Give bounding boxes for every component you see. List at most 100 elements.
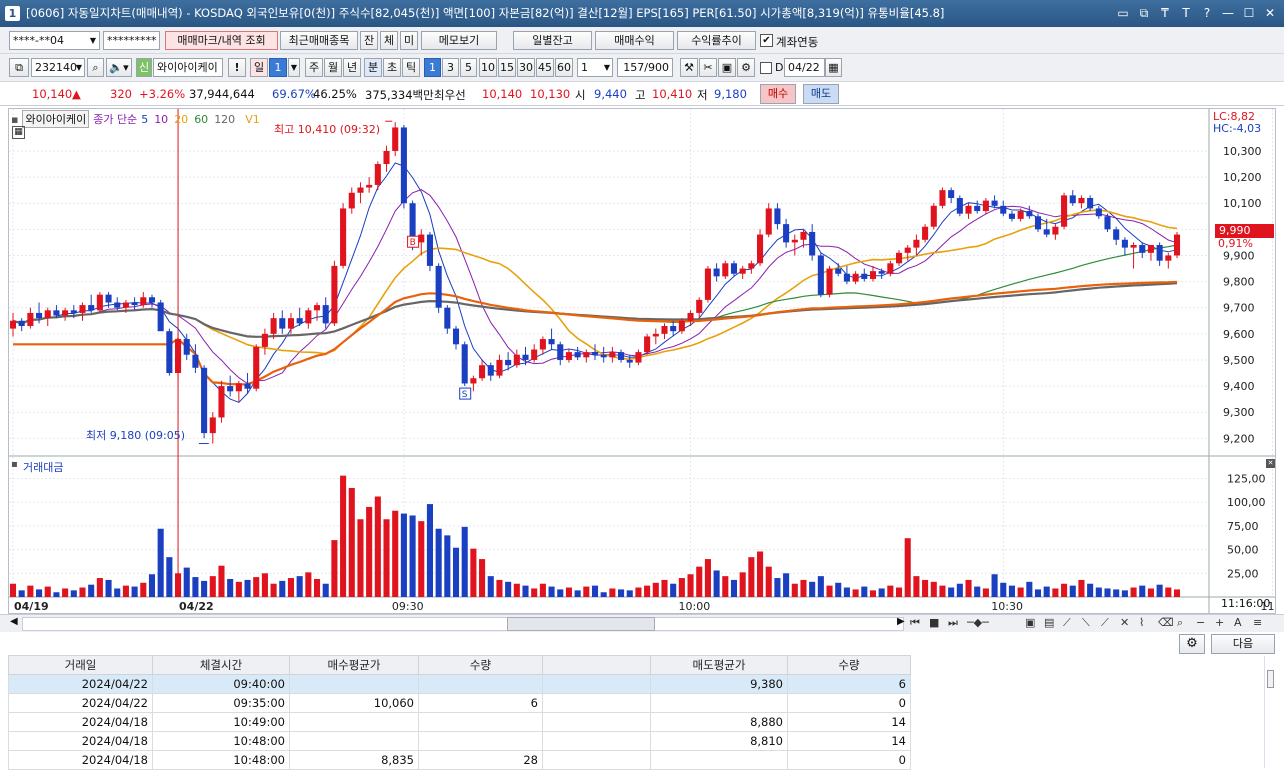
draw-trend-icon[interactable]: ⟍	[1082, 616, 1090, 630]
last-icon[interactable]: ⏭	[948, 616, 958, 630]
column-header[interactable]: 체결시간	[152, 655, 290, 675]
period-day-count[interactable]: 1	[269, 58, 287, 77]
minute-45-button[interactable]: 45	[536, 58, 554, 77]
buy-button[interactable]: 매수	[760, 84, 796, 104]
table-row[interactable]: 2024/04/18 10:49:00 8,880 14	[8, 712, 911, 732]
column-header[interactable]: 거래일	[8, 655, 153, 675]
pin-icon[interactable]: ₸	[1159, 0, 1171, 27]
maximize-icon[interactable]: ☐	[1243, 0, 1255, 27]
date-input[interactable]: 04/22	[784, 58, 825, 77]
memo-button[interactable]: 메모보기	[421, 31, 497, 50]
period-tick-tab[interactable]: 틱	[402, 58, 420, 77]
minimize-icon[interactable]: —	[1222, 0, 1234, 27]
menu-icon[interactable]: ≡	[1253, 616, 1262, 629]
chevron-down-icon[interactable]: ▼	[288, 58, 300, 77]
minute-3-button[interactable]: 3	[442, 58, 459, 77]
period-week-tab[interactable]: 주	[305, 58, 323, 77]
minute-10-button[interactable]: 10	[479, 58, 497, 77]
draw-line-icon[interactable]: ⟋	[1063, 616, 1071, 630]
account-link-checkbox[interactable]: ✔	[760, 34, 773, 47]
next-button[interactable]: 다음	[1211, 634, 1275, 654]
plus-icon[interactable]: +	[1215, 616, 1224, 629]
price-volume-chart[interactable]: 10,30010,20010,10010,0009,9009,8009,7009…	[9, 109, 1275, 613]
column-header[interactable]	[542, 655, 651, 675]
calendar-icon[interactable]: ▦	[825, 58, 842, 77]
legend-ma-title[interactable]: 종가 단순	[93, 111, 137, 127]
return-trend-button[interactable]: 수익률추이	[677, 31, 756, 50]
scroll-left-arrow[interactable]: ◀	[10, 616, 18, 627]
scroll-track[interactable]	[22, 617, 904, 631]
alert-button[interactable]: !	[228, 58, 246, 77]
daily-balance-button[interactable]: 일별잔고	[513, 31, 592, 50]
search-icon[interactable]: ⌕	[87, 58, 104, 77]
erase-icon[interactable]: ⌫	[1158, 616, 1174, 629]
legend-stock-name[interactable]: 와이아이케이	[22, 110, 90, 128]
account-select[interactable]: ****-**04 ▼	[9, 31, 100, 50]
column-header[interactable]: 수량	[418, 655, 543, 675]
password-field[interactable]: *********	[103, 31, 160, 50]
chart-area[interactable]: 10,30010,20010,10010,0009,9009,8009,7009…	[8, 108, 1276, 614]
minus-icon[interactable]: −	[1196, 616, 1205, 629]
grid-toggle-icon[interactable]: ▦	[12, 126, 25, 139]
unexecuted-button[interactable]: 미	[400, 31, 418, 50]
legend-v1[interactable]: V1	[245, 113, 260, 126]
legend-ma-5[interactable]: 5	[141, 113, 148, 126]
zoom-slider-icon[interactable]: ─◆─	[967, 616, 989, 629]
layout-b-icon[interactable]: ▤	[1044, 616, 1054, 629]
first-icon[interactable]: ⏮	[910, 616, 920, 630]
trade-mark-query-button[interactable]: 매매마크/내역 조회	[165, 31, 278, 50]
column-header[interactable]: 매도평균가	[650, 655, 788, 675]
minute-5-button[interactable]: 5	[460, 58, 477, 77]
restore-icon[interactable]: ⧉	[1138, 0, 1150, 27]
balance-button[interactable]: 잔	[360, 31, 378, 50]
draw-text-icon[interactable]: ⌇	[1139, 616, 1144, 629]
draw-x-icon[interactable]: ✕	[1120, 616, 1129, 629]
save-icon[interactable]: ▣	[718, 58, 736, 77]
period-second-tab[interactable]: 초	[383, 58, 401, 77]
legend-ma-60[interactable]: 60	[194, 113, 208, 126]
display-range-field[interactable]: 157/900	[617, 58, 673, 77]
scroll-right-arrow[interactable]: ▶	[897, 616, 905, 627]
stop-icon[interactable]: ■	[929, 616, 939, 629]
d-checkbox[interactable]	[760, 62, 772, 74]
sell-button[interactable]: 매도	[803, 84, 839, 104]
legend-ma-120[interactable]: 120	[214, 113, 235, 126]
trade-profit-button[interactable]: 매매수익	[595, 31, 674, 50]
table-row[interactable]: 2024/04/22 09:35:00 10,060 6 0	[8, 693, 911, 713]
period-month-tab[interactable]: 월	[324, 58, 342, 77]
stock-code-input[interactable]: 232140 ▼	[31, 58, 85, 77]
layout-a-icon[interactable]: ▣	[1025, 616, 1035, 629]
text-a-icon[interactable]: A	[1234, 616, 1242, 629]
grid-vscroll[interactable]	[1264, 656, 1276, 768]
font-icon[interactable]: T	[1180, 0, 1192, 27]
table-row[interactable]: 2024/04/18 10:48:00 8,835 28 0	[8, 750, 911, 770]
minute-30-button[interactable]: 30	[517, 58, 535, 77]
app-number-icon[interactable]: 1	[5, 6, 20, 21]
column-header[interactable]: 매수평균가	[289, 655, 419, 675]
draw-fib-icon[interactable]: ⟋	[1101, 616, 1109, 630]
period-day-tab[interactable]: 일	[250, 58, 268, 77]
recent-trade-button[interactable]: 최근매매종목	[280, 31, 358, 50]
minute-1-button[interactable]: 1	[424, 58, 441, 77]
table-row[interactable]: 2024/04/22 09:40:00 9,380 6	[8, 674, 911, 694]
close-icon[interactable]: ✕	[1264, 0, 1276, 27]
gear-icon[interactable]: ⚙	[737, 58, 755, 77]
magnifier-icon[interactable]: ⌕	[1177, 616, 1183, 630]
minute-count-select[interactable]: 1 ▼	[577, 58, 613, 77]
layout-icon[interactable]: ▭	[1117, 0, 1129, 27]
code-menu-icon[interactable]: ⧉	[9, 58, 29, 77]
grid-vscroll-thumb[interactable]	[1267, 670, 1274, 688]
executed-button[interactable]: 체	[380, 31, 398, 50]
table-row[interactable]: 2024/04/18 10:48:00 8,810 14	[8, 731, 911, 751]
scroll-thumb[interactable]	[507, 617, 655, 631]
minute-15-button[interactable]: 15	[498, 58, 516, 77]
tools-icon[interactable]: ✂	[699, 58, 717, 77]
help-icon[interactable]: ?	[1201, 0, 1213, 27]
period-year-tab[interactable]: 년	[343, 58, 361, 77]
sound-icon[interactable]: 🔈▾	[106, 58, 132, 77]
minute-60-button[interactable]: 60	[555, 58, 573, 77]
indicator-icon[interactable]: ⚒	[680, 58, 698, 77]
legend-ma-20[interactable]: 20	[174, 113, 188, 126]
legend-ma-10[interactable]: 10	[154, 113, 168, 126]
volume-panel-close-icon[interactable]: ✕	[1266, 459, 1275, 468]
